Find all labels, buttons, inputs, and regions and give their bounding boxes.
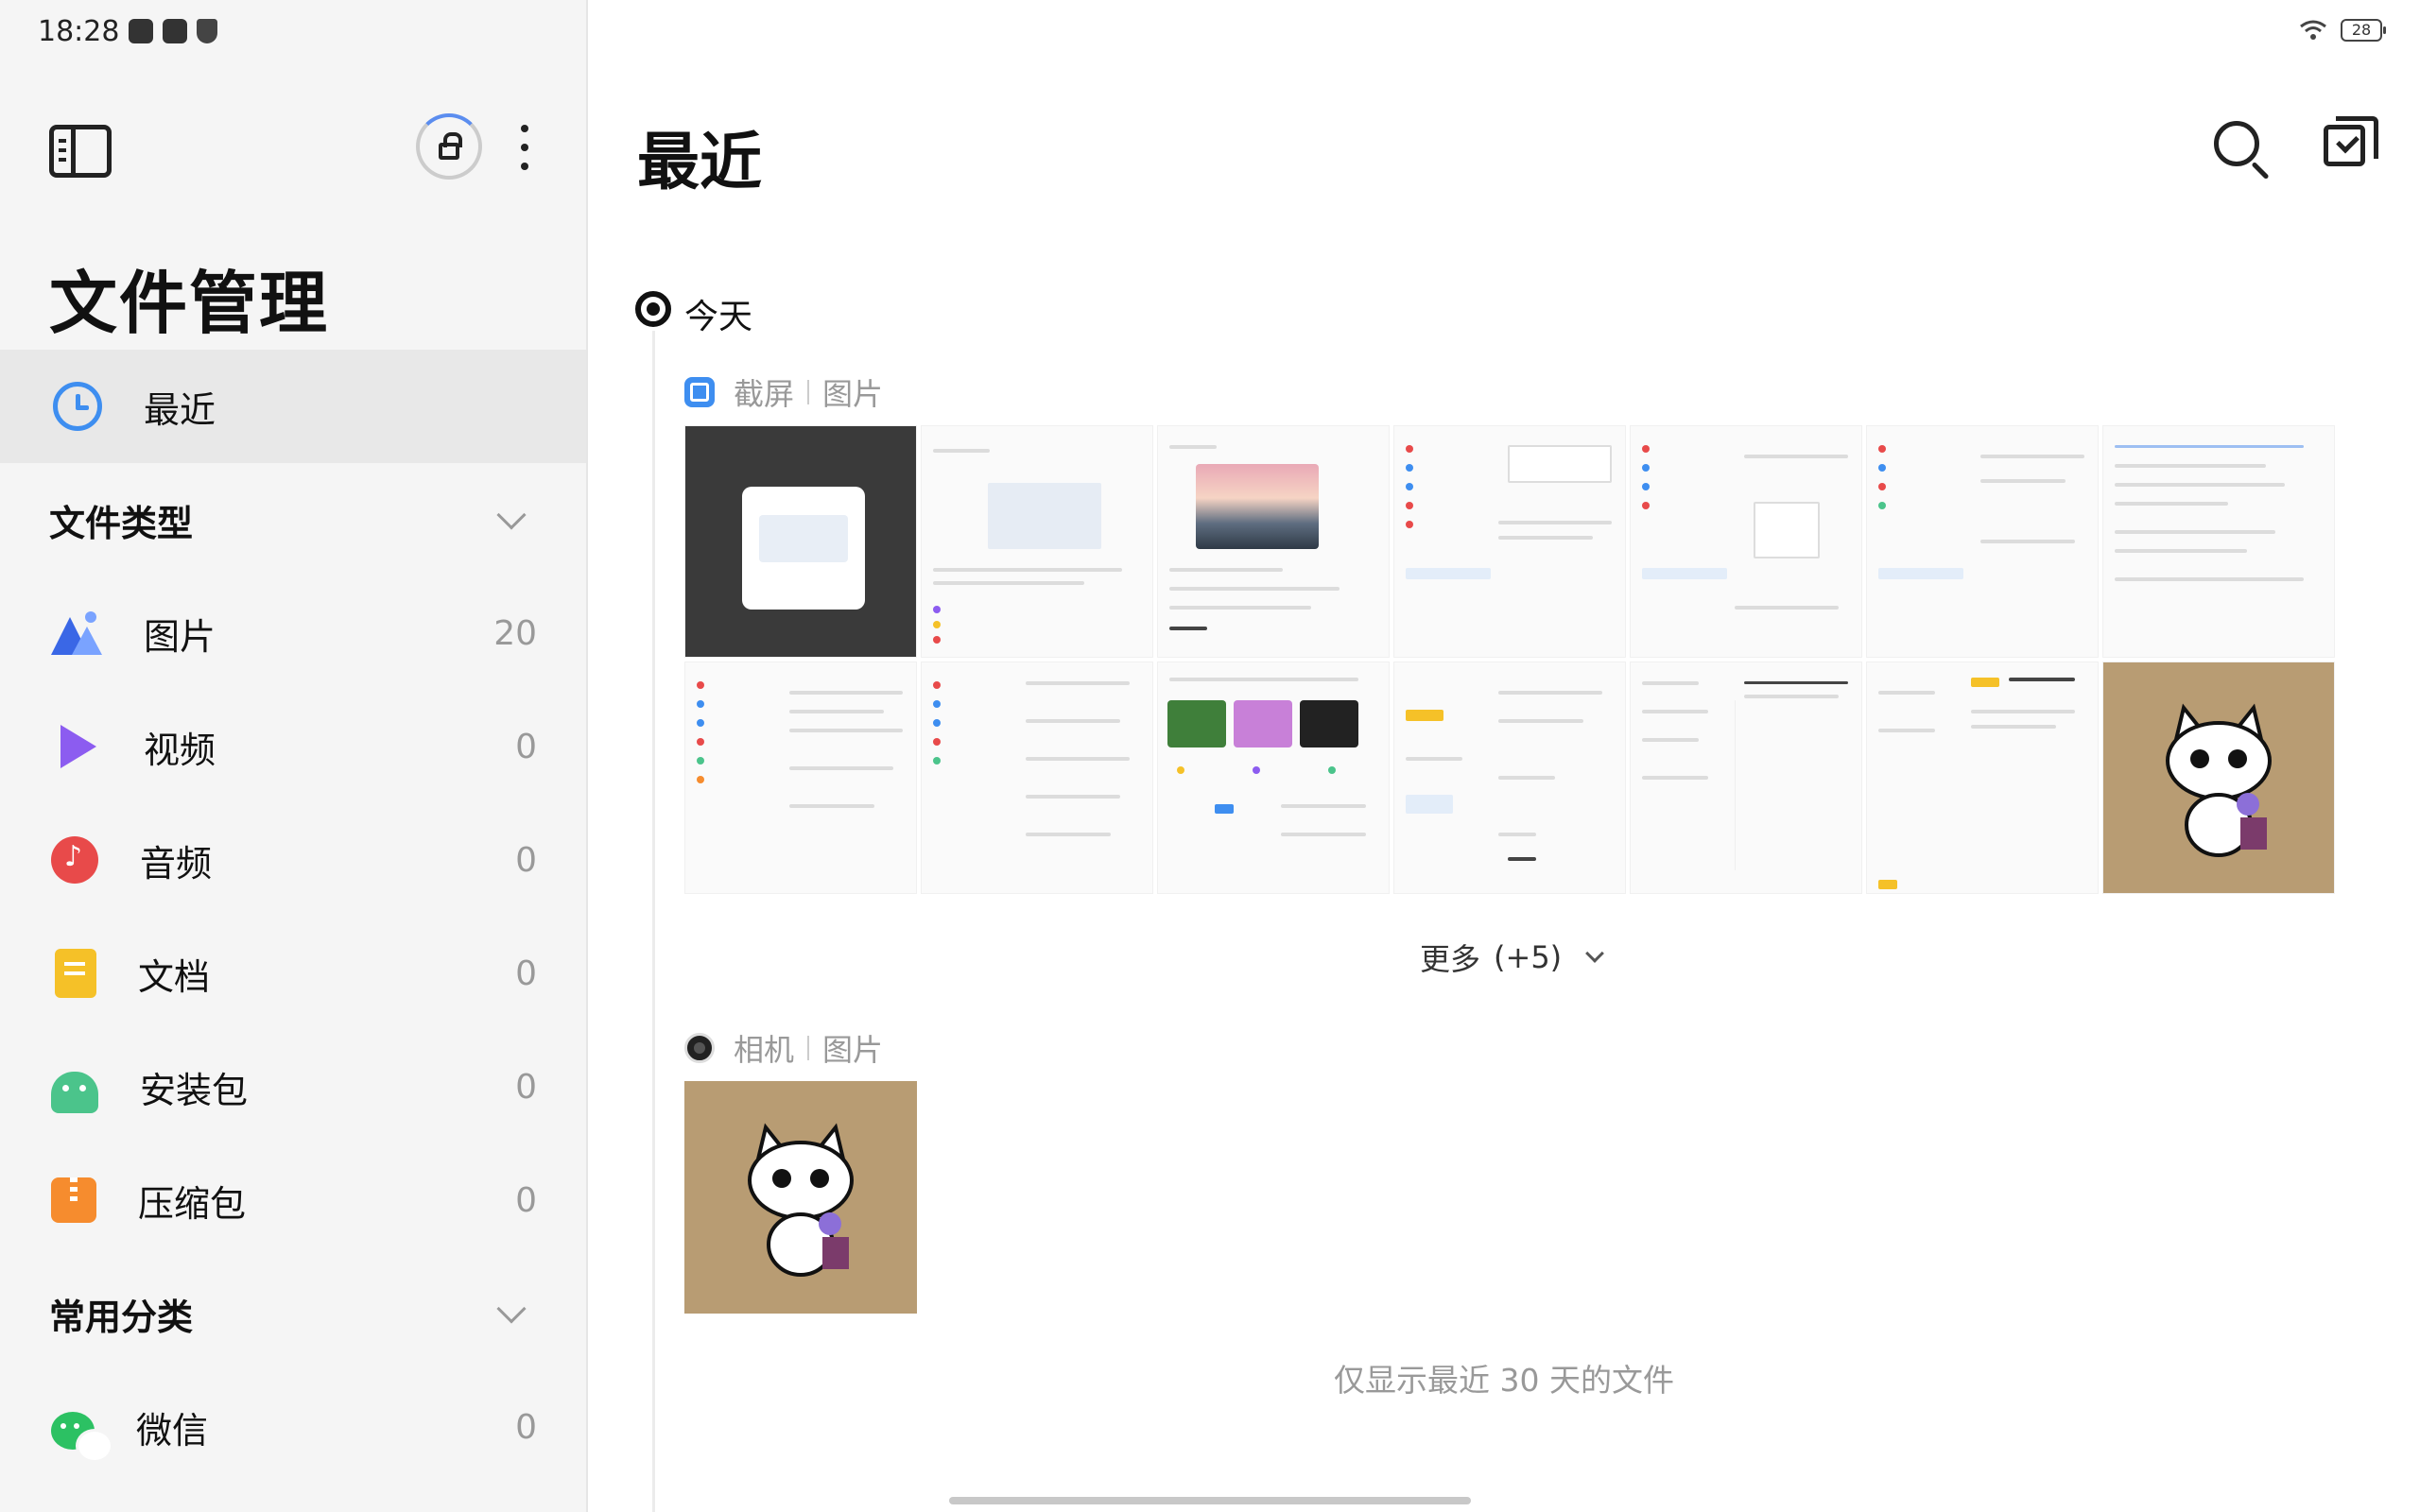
- sidebar-item-apk[interactable]: 安装包 0: [0, 1040, 586, 1134]
- mail-icon: [129, 19, 153, 43]
- date-label-today: 今天: [684, 298, 753, 336]
- common-section-header[interactable]: 常用分类: [49, 1285, 541, 1342]
- item-count: 0: [515, 1067, 537, 1107]
- more-options-icon[interactable]: [510, 121, 539, 174]
- video-icon: [51, 721, 102, 772]
- app-title: 文件管理: [49, 264, 330, 343]
- audio-icon: [51, 836, 98, 884]
- search-icon[interactable]: [2214, 121, 2259, 166]
- more-count: (+5): [1494, 939, 1563, 975]
- sidebar: 文件管理 最近 文件类型 图片 20 视频 0 音频 0 文档 0 安装包 0 …: [0, 0, 588, 1512]
- image-thumbnail[interactable]: [2102, 662, 2335, 894]
- sidebar-item-videos[interactable]: 视频 0: [0, 699, 586, 794]
- shield-icon: [197, 19, 217, 43]
- more-label: 更多: [1420, 941, 1481, 977]
- document-icon: [55, 949, 96, 998]
- image-icon: [51, 608, 102, 659]
- item-count: 20: [493, 613, 537, 653]
- image-thumbnail[interactable]: [921, 662, 1153, 894]
- screenshot-app-icon: [684, 377, 715, 407]
- image-thumbnail[interactable]: [921, 425, 1153, 658]
- app-notification-icon: [163, 19, 187, 43]
- image-thumbnail[interactable]: [1157, 425, 1390, 658]
- item-count: 0: [515, 1407, 537, 1447]
- image-thumbnail[interactable]: [1866, 425, 2099, 658]
- image-thumbnail[interactable]: [1393, 662, 1626, 894]
- archive-icon: [51, 1177, 96, 1223]
- image-thumbnail[interactable]: [684, 662, 917, 894]
- wifi-icon: [2300, 20, 2326, 40]
- sidebar-item-label: 微信: [136, 1409, 209, 1452]
- item-count: 0: [515, 1180, 537, 1220]
- chevron-down-icon: [496, 1294, 527, 1324]
- main-content: 最近 今天 截屏 图片 更多 (+5) 相机 图片 仅显示最近 30 天的文件: [588, 0, 2420, 1512]
- cat-sticker-image: [748, 1123, 854, 1277]
- section-title: 常用分类: [49, 1296, 194, 1338]
- group-source: 截屏: [734, 376, 795, 412]
- page-title: 最近: [637, 126, 762, 198]
- sidebar-item-documents[interactable]: 文档 0: [0, 926, 586, 1021]
- show-more-button[interactable]: 更多 (+5): [1420, 936, 1605, 979]
- sidebar-item-archives[interactable]: 压缩包 0: [0, 1153, 586, 1247]
- image-thumbnail[interactable]: [684, 425, 917, 658]
- cat-sticker-image: [2166, 703, 2272, 857]
- image-thumbnail[interactable]: [1393, 425, 1626, 658]
- image-thumbnail[interactable]: [1157, 662, 1390, 894]
- group-kind: 图片: [822, 376, 884, 412]
- sidebar-item-label: 音频: [140, 842, 213, 885]
- notification-icons: [129, 19, 217, 43]
- sidebar-item-label: 文档: [138, 955, 211, 998]
- sidebar-item-label: 视频: [144, 729, 216, 771]
- sidebar-item-audio[interactable]: 音频 0: [0, 813, 586, 907]
- item-count: 0: [515, 954, 537, 993]
- sidebar-item-label: 图片: [144, 615, 216, 658]
- sidebar-toggle-icon[interactable]: [49, 125, 112, 178]
- image-thumbnail[interactable]: [684, 1081, 917, 1314]
- group-source: 相机: [734, 1032, 795, 1068]
- sidebar-item-label: 最近: [144, 388, 216, 431]
- screenshot-thumbnail-grid: [684, 425, 2335, 894]
- group-header-camera: 相机 图片: [684, 1026, 883, 1070]
- sidebar-item-recent[interactable]: 最近: [0, 350, 586, 463]
- image-thumbnail[interactable]: [2102, 425, 2335, 658]
- status-right: 28: [2299, 19, 2386, 42]
- camera-app-icon: [684, 1033, 715, 1063]
- timeline-dot-icon: [635, 291, 671, 327]
- sidebar-item-label: 压缩包: [138, 1182, 247, 1225]
- image-thumbnail[interactable]: [1630, 425, 1862, 658]
- retention-note: 仅显示最近 30 天的文件: [1334, 1362, 1674, 1399]
- chevron-down-icon: [496, 500, 527, 530]
- image-thumbnail[interactable]: [1630, 662, 1862, 894]
- group-kind: 图片: [822, 1032, 884, 1068]
- sidebar-item-wechat[interactable]: 微信 0: [0, 1380, 586, 1474]
- home-indicator[interactable]: [949, 1497, 1471, 1504]
- sidebar-item-images[interactable]: 图片 20: [0, 586, 586, 680]
- sidebar-item-label: 安装包: [140, 1069, 249, 1111]
- private-safe-button[interactable]: [416, 113, 482, 180]
- battery-indicator: 28: [2341, 19, 2386, 42]
- section-title: 文件类型: [49, 502, 194, 544]
- item-count: 0: [515, 840, 537, 880]
- multi-select-icon[interactable]: [2324, 116, 2378, 166]
- wechat-icon: [51, 1412, 113, 1463]
- apk-icon: [51, 1072, 98, 1113]
- status-time: 18:28: [38, 15, 120, 48]
- item-count: 0: [515, 727, 537, 766]
- status-bar: 18:28 28: [0, 0, 2420, 66]
- group-header-screenshots: 截屏 图片: [684, 370, 883, 414]
- clock-icon: [53, 382, 102, 431]
- chevron-down-icon: [1585, 944, 1605, 963]
- file-types-section-header[interactable]: 文件类型: [49, 491, 541, 548]
- lock-icon: [439, 132, 462, 160]
- timeline-line: [652, 331, 655, 1512]
- image-thumbnail[interactable]: [1866, 662, 2099, 894]
